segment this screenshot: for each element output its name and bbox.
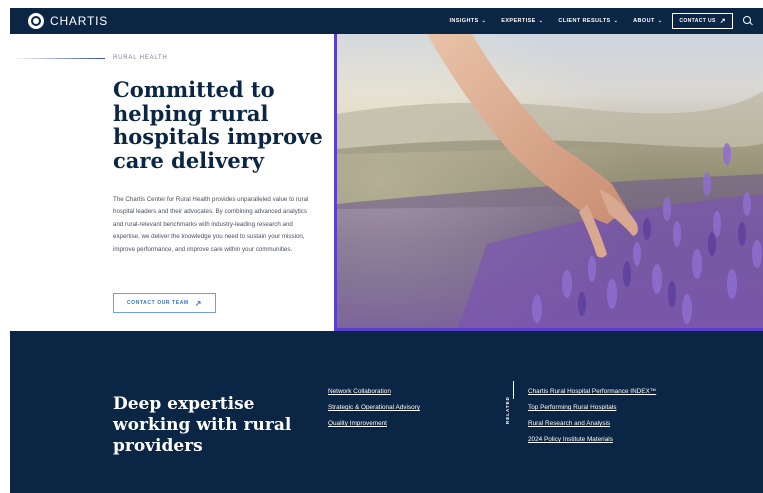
related-links: Chartis Rural Hospital Performance INDEX… [528, 388, 656, 452]
hero-image-lavender-field [334, 34, 763, 331]
link-quality-improvement[interactable]: Quality Improvement [328, 420, 420, 427]
logo[interactable]: CHARTIS [28, 12, 108, 30]
contact-our-team-button[interactable]: CONTACT OUR TEAM ↗ [113, 293, 216, 313]
expertise-title: Deep expertise working with rural provid… [113, 394, 292, 456]
nav-item-client-results[interactable]: CLIENT RESULTS ⌄ [558, 18, 618, 24]
nav-item-about[interactable]: ABOUT ⌄ [633, 18, 662, 24]
chevron-down-icon: ⌄ [481, 18, 487, 24]
contact-us-button[interactable]: CONTACT US ↗ [672, 13, 733, 29]
hero-eyebrow: RURAL HEALTH [113, 55, 168, 61]
nav-item-label: INSIGHTS [449, 18, 479, 24]
hero-title: Committed to helping rural hospitals imp… [113, 77, 323, 173]
logo-mark-icon [28, 13, 44, 29]
hero-text-panel: RURAL HEALTH Committed to helping rural … [10, 34, 334, 331]
nav-item-label: ABOUT [633, 18, 655, 24]
expertise-links: Network Collaboration Strategic & Operat… [328, 388, 420, 436]
expertise-section: Deep expertise working with rural provid… [10, 331, 763, 493]
hero-description: The Chartis Center for Rural Health prov… [113, 196, 309, 253]
eyebrow-divider [10, 58, 105, 59]
main-menu: INSIGHTS ⌄ EXPERTISE ⌄ CLIENT RESULTS ⌄ … [434, 8, 753, 34]
logo-text: CHARTIS [50, 14, 109, 28]
link-top-performing-hospitals[interactable]: Top Performing Rural Hospitals [528, 404, 656, 411]
chevron-down-icon: ⌄ [657, 18, 663, 24]
chevron-down-icon: ⌄ [538, 18, 544, 24]
search-icon[interactable] [743, 16, 753, 26]
arrow-up-right-icon: ↗ [719, 18, 726, 25]
chevron-down-icon: ⌄ [613, 18, 619, 24]
nav-item-label: EXPERTISE [501, 18, 536, 24]
link-strategic-operational-advisory[interactable]: Strategic & Operational Advisory [328, 404, 420, 411]
link-rural-research-analysis[interactable]: Rural Research and Analysis [528, 420, 656, 427]
hero-image-art [337, 34, 763, 328]
nav-item-expertise[interactable]: EXPERTISE ⌄ [501, 18, 543, 24]
page: CHARTIS INSIGHTS ⌄ EXPERTISE ⌄ CLIENT RE… [10, 8, 763, 493]
nav-item-insights[interactable]: INSIGHTS ⌄ [449, 18, 486, 24]
contact-our-team-label: CONTACT OUR TEAM [126, 300, 189, 306]
top-nav: CHARTIS INSIGHTS ⌄ EXPERTISE ⌄ CLIENT RE… [10, 8, 763, 34]
arrow-up-right-icon: ↗ [194, 298, 203, 308]
contact-us-label: CONTACT US [679, 18, 716, 24]
related-label: RELATED [505, 396, 510, 424]
link-policy-institute-materials[interactable]: 2024 Policy Institute Materials [528, 436, 656, 443]
link-network-collaboration[interactable]: Network Collaboration [328, 388, 420, 395]
related-divider [513, 381, 514, 399]
link-performance-index[interactable]: Chartis Rural Hospital Performance INDEX… [528, 388, 656, 395]
nav-item-label: CLIENT RESULTS [558, 18, 611, 24]
